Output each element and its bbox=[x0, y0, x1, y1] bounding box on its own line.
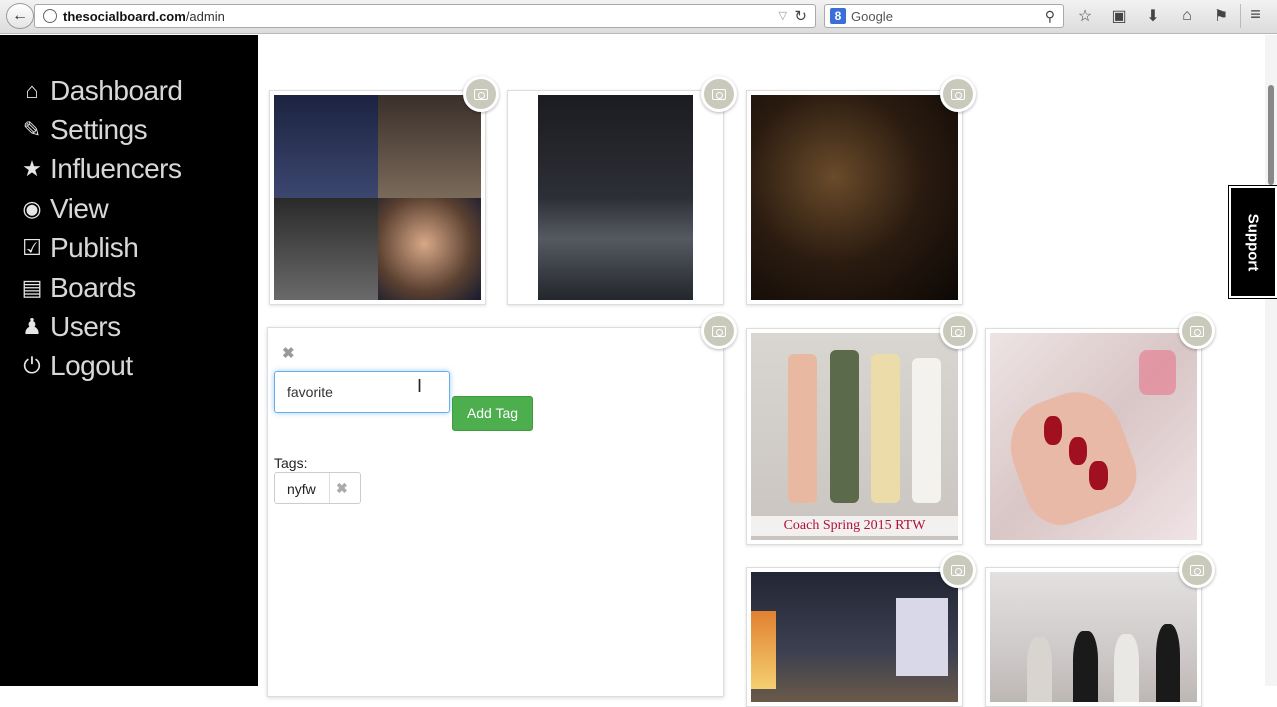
list-icon: ▤ bbox=[21, 274, 43, 300]
sidebar-item-dashboard[interactable]: ⌂ Dashboard bbox=[0, 71, 258, 110]
edit-icon: ✎ bbox=[22, 117, 42, 143]
photo-card[interactable] bbox=[746, 90, 963, 305]
tag-chip: nyfw ✖ bbox=[274, 472, 361, 504]
home-icon[interactable]: ⌂ bbox=[1174, 4, 1200, 28]
sidebar: ⌂ Dashboard ✎ Settings ★ Influencers ◉ View ☑ Pub… bbox=[0, 35, 258, 686]
check-square-icon: ☑ bbox=[22, 235, 42, 261]
sidebar-item-label: Publish bbox=[50, 232, 139, 264]
tag-editor-card: ✖ Ι Add Tag Tags: nyfw ✖ bbox=[267, 327, 724, 697]
photo-card[interactable] bbox=[985, 328, 1202, 545]
camera-icon[interactable] bbox=[701, 313, 737, 349]
back-arrow-icon: ← bbox=[12, 7, 28, 24]
camera-icon[interactable] bbox=[1179, 313, 1215, 349]
bookmark-star-icon[interactable]: ☆ bbox=[1072, 4, 1098, 28]
photo-card[interactable]: Coach Spring 2015 RTW bbox=[746, 328, 963, 545]
sidebar-item-logout[interactable]: ⏻ Logout bbox=[0, 347, 258, 386]
sidebar-item-users[interactable]: ♟ Users bbox=[0, 307, 258, 346]
user-icon: ♟ bbox=[22, 314, 42, 340]
back-button[interactable]: ← bbox=[6, 3, 34, 29]
photo-card[interactable] bbox=[507, 90, 724, 305]
search-placeholder: Google bbox=[851, 9, 893, 24]
clipboard-icon[interactable]: ▣ bbox=[1106, 4, 1132, 28]
url-domain: thesocialboard.com bbox=[63, 9, 186, 24]
sidebar-item-view[interactable]: ◉ View bbox=[0, 189, 258, 228]
tag-text: nyfw bbox=[287, 481, 316, 497]
photo-times-square bbox=[751, 572, 958, 702]
globe-icon bbox=[43, 9, 57, 23]
close-icon[interactable]: ✖ bbox=[282, 344, 295, 362]
remove-tag-icon[interactable]: ✖ bbox=[336, 480, 348, 497]
sidebar-item-label: Users bbox=[50, 311, 121, 343]
camera-icon[interactable] bbox=[940, 552, 976, 588]
photo-models-lineup bbox=[990, 572, 1197, 702]
sidebar-item-label: View bbox=[50, 192, 109, 224]
address-bar[interactable]: thesocialboard.com/admin ▽ ↻ bbox=[34, 4, 816, 28]
support-label: Support bbox=[1244, 213, 1262, 271]
camera-icon[interactable] bbox=[940, 313, 976, 349]
photo-caption: Coach Spring 2015 RTW bbox=[751, 516, 958, 536]
photo-nails bbox=[990, 333, 1197, 540]
photo-collage bbox=[274, 95, 481, 300]
photo-champagne bbox=[538, 95, 693, 300]
support-tab[interactable]: Support bbox=[1228, 185, 1277, 299]
tags-label: Tags: bbox=[274, 455, 308, 471]
sidebar-nav: ⌂ Dashboard ✎ Settings ★ Influencers ◉ View ☑ Pub… bbox=[0, 35, 258, 386]
add-tag-button[interactable]: Add Tag bbox=[452, 396, 533, 431]
url-path: /admin bbox=[185, 9, 225, 24]
page-scrollbar[interactable] bbox=[1265, 35, 1277, 686]
photo-card[interactable] bbox=[746, 567, 963, 707]
photo-card[interactable] bbox=[269, 90, 486, 305]
search-bar[interactable]: 8 Google ⚲ bbox=[824, 4, 1064, 28]
sidebar-item-label: Boards bbox=[50, 271, 136, 303]
url-text: thesocialboard.com/admin bbox=[63, 9, 225, 24]
text-cursor-icon: Ι bbox=[417, 376, 423, 396]
photo-coach-runway: Coach Spring 2015 RTW bbox=[751, 333, 958, 540]
tag-divider bbox=[329, 473, 330, 503]
sidebar-item-publish[interactable]: ☑ Publish bbox=[0, 229, 258, 268]
sidebar-item-label: Settings bbox=[50, 114, 148, 146]
camera-icon[interactable] bbox=[940, 76, 976, 112]
eye-icon: ◉ bbox=[22, 195, 42, 221]
sidebar-item-boards[interactable]: ▤ Boards bbox=[0, 268, 258, 307]
google-logo-icon[interactable]: 8 bbox=[830, 8, 846, 24]
photo-runway-crowd bbox=[751, 95, 958, 300]
camera-icon[interactable] bbox=[1179, 552, 1215, 588]
download-icon[interactable]: ⬇ bbox=[1140, 4, 1166, 28]
star-icon: ★ bbox=[22, 156, 42, 182]
sidebar-item-settings[interactable]: ✎ Settings bbox=[0, 110, 258, 149]
search-icon[interactable]: ⚲ bbox=[1045, 8, 1055, 25]
camera-icon[interactable] bbox=[701, 76, 737, 112]
sidebar-item-label: Logout bbox=[50, 350, 133, 382]
scrollbar-thumb[interactable] bbox=[1268, 85, 1274, 185]
tag-input[interactable] bbox=[274, 371, 450, 413]
power-icon: ⏻ bbox=[23, 353, 41, 379]
sidebar-item-label: Influencers bbox=[50, 153, 182, 185]
reload-icon[interactable]: ↻ bbox=[794, 7, 807, 25]
photo-card[interactable] bbox=[985, 567, 1202, 707]
url-dropdown-icon[interactable]: ▽ bbox=[779, 9, 787, 22]
home-icon: ⌂ bbox=[25, 77, 39, 103]
menu-icon[interactable]: ≡ bbox=[1240, 4, 1270, 28]
sidebar-item-influencers[interactable]: ★ Influencers bbox=[0, 150, 258, 189]
browser-toolbar: ← thesocialboard.com/admin ▽ ↻ 8 Google … bbox=[0, 0, 1277, 34]
extension-icon[interactable]: ⚑ bbox=[1208, 4, 1234, 28]
sidebar-item-label: Dashboard bbox=[50, 74, 183, 106]
camera-icon[interactable] bbox=[463, 76, 499, 112]
